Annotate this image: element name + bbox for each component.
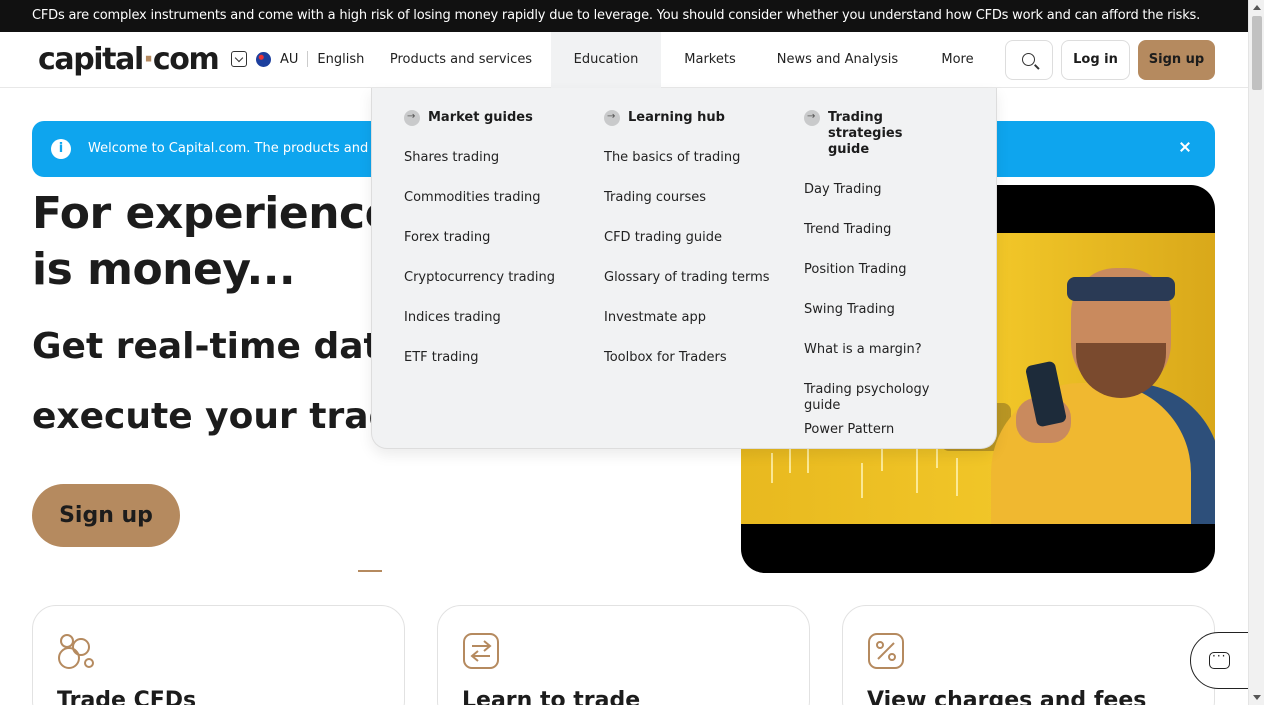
arrow-right-icon bbox=[804, 109, 820, 126]
menu-item-power-pattern[interactable]: Power Pattern bbox=[804, 422, 964, 462]
search-icon-handle bbox=[1034, 64, 1040, 70]
menu-heading-label: Learning hub bbox=[628, 110, 725, 125]
region-divider bbox=[307, 51, 309, 67]
menu-item-swing-trading[interactable]: Swing Trading bbox=[804, 302, 964, 342]
risk-warning-text: CFDs are complex instruments and come wi… bbox=[32, 8, 1201, 23]
menu-column-trading-strategies: Trading strategies guide Day Trading Tre… bbox=[804, 109, 964, 462]
scroll-up-icon[interactable] bbox=[1253, 5, 1261, 10]
logo-dot: · bbox=[142, 42, 154, 77]
nav-education[interactable]: Education bbox=[551, 32, 661, 88]
login-button[interactable]: Log in bbox=[1061, 40, 1130, 80]
chat-icon bbox=[1209, 649, 1230, 669]
banner-text: Welcome to Capital.com. The products and… bbox=[88, 141, 401, 156]
nav-markets[interactable]: Markets bbox=[672, 32, 748, 88]
education-dropdown-menu: Market guides Shares trading Commodities… bbox=[371, 88, 997, 449]
exchange-icon bbox=[463, 633, 499, 669]
region-selector[interactable]: AU English bbox=[231, 51, 364, 67]
capital-logo[interactable]: capital·com bbox=[38, 42, 220, 77]
menu-item-investmate-app[interactable]: Investmate app bbox=[604, 310, 774, 350]
chevron-down-icon[interactable] bbox=[231, 51, 247, 67]
candle-decoration bbox=[956, 458, 958, 496]
candle-decoration bbox=[861, 463, 863, 498]
menu-item-indices-trading[interactable]: Indices trading bbox=[404, 310, 574, 350]
percent-icon bbox=[868, 633, 904, 669]
menu-item-cryptocurrency-trading[interactable]: Cryptocurrency trading bbox=[404, 270, 574, 310]
coins-icon bbox=[58, 634, 94, 669]
close-icon[interactable] bbox=[1177, 139, 1193, 155]
language-label[interactable]: English bbox=[317, 52, 364, 67]
menu-heading-label: Trading strategies guide bbox=[828, 110, 903, 157]
menu-item-toolbox-for-traders[interactable]: Toolbox for Traders bbox=[604, 350, 774, 390]
info-icon: i bbox=[51, 139, 71, 159]
card-learn-to-trade[interactable]: Learn to trade bbox=[437, 605, 810, 705]
menu-item-trading-courses[interactable]: Trading courses bbox=[604, 190, 774, 230]
card-view-charges-and-fees[interactable]: View charges and fees bbox=[842, 605, 1215, 705]
menu-heading-label: Market guides bbox=[428, 110, 533, 125]
arrow-right-icon bbox=[404, 109, 420, 126]
arrow-right-icon bbox=[604, 109, 620, 126]
chat-button[interactable] bbox=[1190, 632, 1250, 689]
scroll-down-icon[interactable] bbox=[1253, 695, 1261, 700]
menu-item-forex-trading[interactable]: Forex trading bbox=[404, 230, 574, 270]
card-title: Trade CFDs bbox=[57, 688, 197, 705]
australia-flag-icon bbox=[256, 51, 271, 67]
menu-item-commodities-trading[interactable]: Commodities trading bbox=[404, 190, 574, 230]
search-icon bbox=[1022, 53, 1035, 66]
card-title: Learn to trade bbox=[462, 688, 641, 705]
menu-item-cfd-trading-guide[interactable]: CFD trading guide bbox=[604, 230, 774, 270]
menu-item-position-trading[interactable]: Position Trading bbox=[804, 262, 964, 302]
hero-signup-button[interactable]: Sign up bbox=[32, 484, 180, 547]
menu-item-shares-trading[interactable]: Shares trading bbox=[404, 150, 574, 190]
risk-warning-bar: CFDs are complex instruments and come wi… bbox=[0, 0, 1248, 32]
carousel-indicator[interactable] bbox=[358, 570, 382, 572]
menu-heading-market-guides[interactable]: Market guides bbox=[404, 109, 574, 126]
scroll-thumb[interactable] bbox=[1252, 16, 1262, 90]
card-trade-cfds[interactable]: Trade CFDs bbox=[32, 605, 405, 705]
menu-column-market-guides: Market guides Shares trading Commodities… bbox=[404, 109, 574, 390]
nav-more[interactable]: More bbox=[930, 32, 985, 88]
page-scrollbar[interactable] bbox=[1248, 0, 1264, 705]
menu-item-etf-trading[interactable]: ETF trading bbox=[404, 350, 574, 390]
menu-heading-learning-hub[interactable]: Learning hub bbox=[604, 109, 774, 126]
nav-news-and-analysis[interactable]: News and Analysis bbox=[770, 32, 905, 88]
region-code: AU bbox=[280, 51, 299, 67]
card-title: View charges and fees bbox=[867, 688, 1147, 705]
menu-item-trading-psychology[interactable]: Trading psychology guide bbox=[804, 382, 964, 422]
menu-item-day-trading[interactable]: Day Trading bbox=[804, 182, 964, 222]
menu-heading-trading-strategies[interactable]: Trading strategies guide bbox=[804, 109, 964, 158]
search-button[interactable] bbox=[1005, 40, 1053, 80]
menu-column-learning-hub: Learning hub The basics of trading Tradi… bbox=[604, 109, 774, 390]
menu-item-what-is-margin[interactable]: What is a margin? bbox=[804, 342, 964, 382]
candle-decoration bbox=[771, 453, 773, 483]
logo-text-1: capital bbox=[38, 42, 144, 77]
menu-item-basics-of-trading[interactable]: The basics of trading bbox=[604, 150, 774, 190]
nav-products-and-services[interactable]: Products and services bbox=[382, 32, 540, 88]
menu-item-trend-trading[interactable]: Trend Trading bbox=[804, 222, 964, 262]
site-header: capital·com AU English Products and serv… bbox=[0, 32, 1248, 88]
header-signup-button[interactable]: Sign up bbox=[1138, 40, 1215, 80]
menu-item-glossary[interactable]: Glossary of trading terms bbox=[604, 270, 774, 310]
logo-text-2: com bbox=[152, 42, 220, 77]
presenter-headband bbox=[1067, 277, 1175, 301]
